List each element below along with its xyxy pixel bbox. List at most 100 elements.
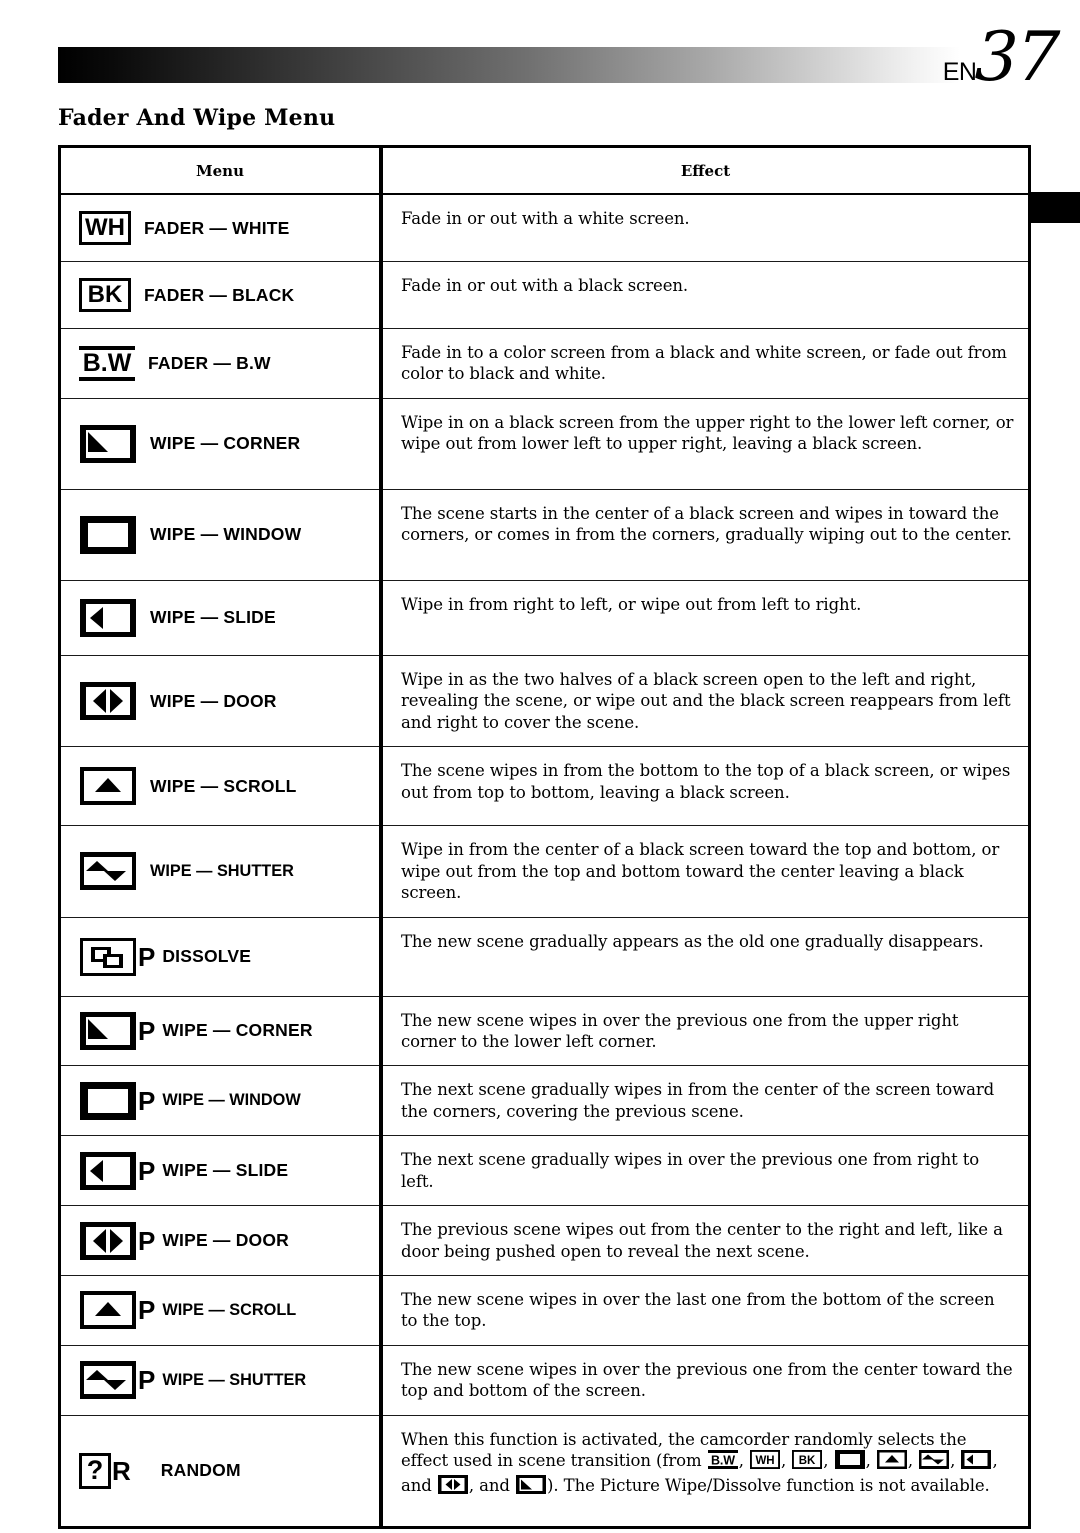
menu-cell: WIPE — CORNER — [58, 397, 383, 490]
dissolve-icon-svg — [80, 937, 136, 976]
menu-cell: WIPE — SLIDE — [58, 579, 383, 656]
picture-wipe-scroll-icon-svg — [80, 1291, 136, 1330]
effect-text-part10: ). The Picture Wipe/Dissolve function is… — [547, 1475, 990, 1495]
inline-wipe-shutter-icon — [919, 1450, 950, 1474]
column-header-effect: Effect — [380, 145, 1031, 195]
header-gradient-bar — [58, 47, 960, 83]
fader-bw-icon: B.W — [79, 345, 135, 381]
menu-cell: P WIPE — SLIDE — [58, 1135, 383, 1207]
menu-cell: P WIPE — SCROLL — [58, 1275, 383, 1346]
effect-cell: The new scene wipes in over the last one… — [380, 1275, 1031, 1346]
menu-cell: WIPE — SCROLL — [58, 746, 383, 827]
wipe-scroll-icon-svg — [80, 767, 136, 806]
picture-wipe-window-icon — [79, 1081, 137, 1121]
table-row: WIPE — CORNER Wipe in on a black screen … — [58, 397, 1031, 490]
wipe-shutter-icon-svg — [80, 852, 136, 891]
wipe-door-icon — [79, 681, 137, 721]
picture-mode-mark: P — [138, 1155, 156, 1186]
table-row: P WIPE — DOOR The previous scene wipes o… — [58, 1205, 1031, 1276]
dissolve-icon — [79, 937, 137, 977]
table-header-row: Menu Effect — [58, 145, 1031, 195]
picture-wipe-slide-icon-svg — [80, 1151, 136, 1190]
effect-cell: The new scene wipes in over the previous… — [380, 1344, 1031, 1416]
effect-cell: Wipe in from the center of a black scree… — [380, 825, 1031, 918]
svg-text:BK: BK — [799, 1455, 816, 1467]
effect-text-part4: , — [823, 1451, 834, 1471]
picture-mode-mark: P — [138, 1295, 156, 1326]
table-row: P DISSOLVE The new scene gradually appea… — [58, 916, 1031, 997]
wipe-slide-icon — [79, 598, 137, 638]
table-row: WH FADER — WHITE Fade in or out with a w… — [58, 193, 1031, 262]
effect-text-part3: , — [780, 1451, 792, 1471]
page-number: 37 — [974, 18, 1060, 97]
wipe-door-icon-svg — [80, 682, 136, 721]
effect-cell: Wipe in as the two halves of a black scr… — [380, 654, 1031, 748]
picture-wipe-shutter-icon-svg — [80, 1361, 136, 1400]
wipe-window-icon — [79, 515, 137, 555]
wipe-scroll-icon — [79, 766, 137, 806]
picture-wipe-corner-icon-svg — [80, 1011, 136, 1050]
menu-item-label: WIPE — SHUTTER — [162, 1370, 307, 1389]
picture-wipe-door-icon — [79, 1221, 137, 1261]
menu-cell: ? R RANDOM — [58, 1414, 383, 1529]
svg-text:B.W: B.W — [711, 1454, 735, 1468]
wipe-slide-icon-svg — [80, 598, 136, 637]
effect-cell: The scene starts in the center of a blac… — [380, 488, 1031, 581]
menu-item-label: WIPE — SLIDE — [162, 1160, 289, 1181]
inline-wipe-door-icon — [437, 1474, 468, 1499]
menu-cell: P WIPE — DOOR — [58, 1205, 383, 1276]
inline-fader-bw-icon: B.W — [707, 1450, 738, 1474]
menu-cell: BK FADER — BLACK — [58, 261, 383, 329]
menu-cell: WIPE — DOOR — [58, 654, 383, 748]
table-row: WIPE — SHUTTER Wipe in from the center o… — [58, 825, 1031, 918]
inline-wipe-slide-icon — [961, 1450, 992, 1474]
table-row: P WIPE — SCROLL The new scene wipes in o… — [58, 1275, 1031, 1346]
menu-cell: B.W FADER — B.W — [58, 328, 383, 399]
table-row: WIPE — DOOR Wipe in as the two halves of… — [58, 654, 1031, 748]
page-header: EN 37 — [0, 0, 1080, 100]
menu-item-label: DISSOLVE — [162, 946, 252, 966]
fader-black-icon: BK — [79, 278, 131, 312]
wipe-corner-icon-svg — [80, 424, 136, 463]
effect-text-part6: , — [907, 1451, 919, 1471]
effect-text-part5: , — [865, 1451, 876, 1471]
fader-black-icon-text: BK — [87, 281, 123, 308]
table-row: B.W FADER — B.W Fade in to a color scree… — [58, 328, 1031, 399]
menu-item-label: RANDOM — [160, 1460, 241, 1481]
wipe-shutter-icon — [79, 851, 137, 891]
table-row: BK FADER — BLACK Fade in or out with a b… — [58, 261, 1031, 329]
page-folio: EN 37 — [943, 18, 1060, 97]
picture-wipe-corner-icon — [79, 1011, 137, 1051]
effect-cell: Fade in or out with a black screen. — [380, 261, 1031, 329]
picture-wipe-scroll-icon — [79, 1290, 137, 1330]
effect-cell: When this function is activated, the cam… — [380, 1414, 1031, 1529]
fader-wipe-menu-table: Menu Effect WH FADER — WHITE Fade in or … — [58, 145, 1031, 1529]
table-row: P WIPE — WINDOW The next scene gradually… — [58, 1065, 1031, 1137]
menu-item-label: FADER — WHITE — [144, 217, 290, 238]
menu-item-label: WIPE — WINDOW — [162, 1091, 301, 1110]
menu-item-label: WIPE — DOOR — [162, 1230, 289, 1251]
page-title: Fader And Wipe Menu — [58, 105, 336, 131]
table-row: WIPE — SLIDE Wipe in from right to left,… — [58, 579, 1031, 656]
table-row: P WIPE — SHUTTER The new scene wipes in … — [58, 1344, 1031, 1416]
picture-mode-mark: P — [138, 1365, 156, 1396]
inline-fader-white-icon: WH — [749, 1449, 781, 1474]
menu-cell: P WIPE — CORNER — [58, 995, 383, 1067]
picture-mode-mark: P — [138, 1225, 156, 1256]
effect-text-part2: , — [738, 1451, 749, 1471]
menu-cell: WIPE — WINDOW — [58, 488, 383, 581]
menu-item-label: FADER — BLACK — [144, 284, 295, 305]
menu-cell: WH FADER — WHITE — [58, 193, 383, 262]
picture-wipe-door-icon-svg — [80, 1221, 136, 1260]
random-icon: ? — [79, 1452, 111, 1489]
inline-fader-black-icon: BK — [791, 1449, 823, 1474]
wipe-corner-icon — [79, 424, 137, 464]
svg-text:WH: WH — [756, 1455, 775, 1467]
random-mode-mark: R — [112, 1455, 131, 1486]
column-header-menu: Menu — [58, 145, 383, 195]
menu-item-label: FADER — B.W — [148, 352, 271, 373]
menu-item-label: WIPE — DOOR — [150, 690, 277, 711]
menu-item-label: WIPE — CORNER — [150, 433, 301, 454]
effect-text-part7: , — [950, 1451, 961, 1471]
fader-bw-icon-text: B.W — [82, 348, 132, 377]
